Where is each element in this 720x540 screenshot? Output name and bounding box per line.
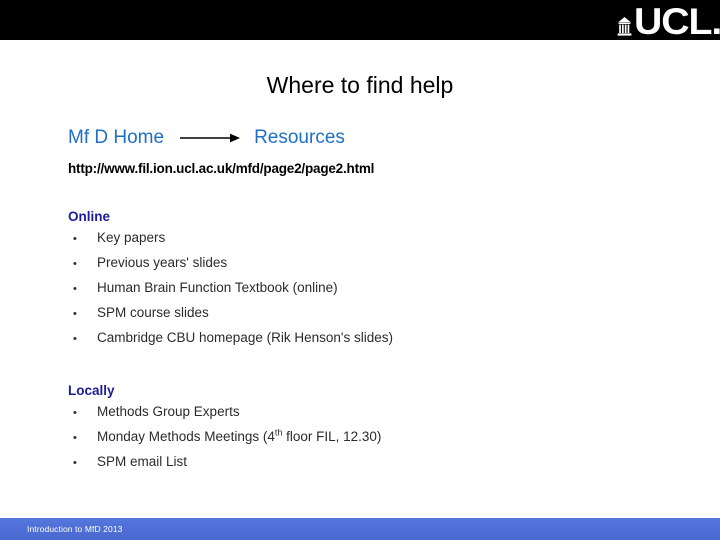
- footer-label: Introduction to MfD 2013: [27, 524, 123, 534]
- bullet-list-online: • Key papers • Previous years' slides • …: [68, 230, 393, 355]
- list-item: • Human Brain Function Textbook (online): [68, 280, 393, 305]
- section-online: Online • Key papers • Previous years' sl…: [68, 209, 393, 355]
- list-item: • SPM course slides: [68, 305, 393, 330]
- ucl-wordmark: UCL.: [633, 1, 720, 42]
- list-item-label: Key papers: [97, 230, 166, 245]
- header-bar: UCL.: [0, 0, 720, 40]
- section-heading-locally: Locally: [68, 383, 115, 398]
- list-item: • Methods Group Experts: [68, 404, 381, 429]
- section-locally: Locally • Methods Group Experts • Monday…: [68, 383, 381, 479]
- list-item-label: SPM email List: [97, 454, 188, 469]
- bullet-icon: •: [73, 308, 77, 320]
- meetings-text-before: Monday Methods Meetings (4: [97, 429, 275, 444]
- resource-url[interactable]: http://www.fil.ion.ucl.ac.uk/mfd/page2/p…: [68, 161, 374, 176]
- list-item-label: Cambridge CBU homepage (Rik Henson's sli…: [97, 330, 393, 345]
- list-item: • Previous years' slides: [68, 255, 393, 280]
- page-title: Where to find help: [266, 72, 454, 98]
- bullet-icon: •: [73, 457, 77, 469]
- bullet-icon: •: [73, 432, 77, 444]
- breadcrumb-item-resources[interactable]: Resources: [254, 127, 345, 149]
- ucl-logo: UCL.: [617, 1, 720, 40]
- bullet-icon: •: [73, 283, 77, 295]
- list-item-label-meetings: Monday Methods Meetings (4th floor FIL, …: [97, 428, 382, 444]
- list-item: • Monday Methods Meetings (4th floor FIL…: [68, 428, 382, 454]
- list-item: • Cambridge CBU homepage (Rik Henson's s…: [68, 330, 393, 355]
- breadcrumb-item-mfd-home[interactable]: Mf D Home: [68, 127, 164, 149]
- bullet-icon: •: [73, 233, 77, 245]
- bullet-icon: •: [73, 333, 77, 345]
- right-arrow-icon: [180, 133, 241, 143]
- list-item-label: SPM course slides: [97, 305, 209, 320]
- list-item: • Key papers: [68, 230, 393, 255]
- bullet-icon: •: [73, 407, 77, 419]
- bullet-icon: •: [73, 258, 77, 270]
- section-heading-online: Online: [68, 209, 111, 224]
- meetings-text-after: floor FIL, 12.30): [282, 429, 382, 444]
- bullet-list-locally: • Methods Group Experts • Monday Methods…: [68, 404, 381, 479]
- list-item: • SPM email List: [68, 454, 381, 479]
- list-item-label: Methods Group Experts: [97, 404, 240, 419]
- breadcrumb: Mf D Home Resources: [68, 125, 345, 151]
- list-item-label: Previous years' slides: [97, 255, 228, 270]
- ucl-portico-icon: [617, 17, 632, 36]
- list-item-label: Human Brain Function Textbook (online): [97, 280, 338, 295]
